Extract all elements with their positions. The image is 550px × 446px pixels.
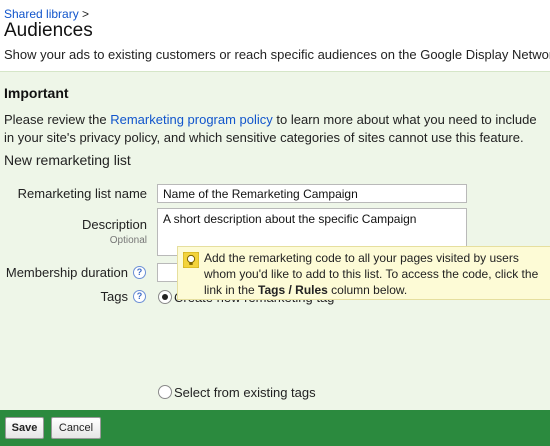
membership-duration-label: Membership duration [5, 265, 128, 280]
tags-label: Tags [100, 289, 128, 304]
duration-help-icon[interactable]: ? [133, 266, 146, 279]
form-panel: Important Please review the Remarketing … [0, 71, 550, 410]
info-text-end: column below. [327, 283, 408, 297]
page-subtitle: Show your ads to existing customers or r… [4, 47, 550, 62]
breadcrumb-link-shared-library[interactable]: Shared library [4, 7, 79, 21]
tag-info-box: Add the remarketing code to all your pag… [177, 246, 550, 300]
breadcrumb-separator: > [78, 7, 90, 21]
create-new-tag-radio[interactable] [158, 290, 172, 304]
info-text-bold: Tags / Rules [258, 283, 328, 297]
important-notice: Please review the Remarketing program po… [4, 111, 550, 147]
tags-help-icon[interactable]: ? [133, 290, 146, 303]
section-title: New remarketing list [4, 152, 131, 168]
important-heading: Important [4, 85, 69, 101]
important-text-start: Please review the [4, 112, 111, 127]
save-button[interactable]: Save [5, 417, 44, 439]
list-name-input[interactable] [157, 184, 467, 203]
page-title: Audiences [4, 20, 93, 41]
lightbulb-icon [183, 252, 199, 268]
cancel-button[interactable]: Cancel [51, 417, 101, 439]
select-existing-tags-radio[interactable] [158, 385, 172, 399]
remarketing-policy-link[interactable]: Remarketing program policy [110, 112, 273, 127]
page-header: Shared library > Audiences Show your ads… [0, 0, 550, 71]
description-label: Description [81, 217, 147, 232]
action-bar: Save Cancel [0, 410, 550, 446]
breadcrumb: Shared library > [4, 7, 89, 21]
list-name-label: Remarketing list name [17, 186, 147, 201]
tag-info-text: Add the remarketing code to all your pag… [204, 250, 548, 298]
description-hint: Optional [109, 235, 147, 246]
select-existing-tags-label[interactable]: Select from existing tags [174, 385, 316, 400]
